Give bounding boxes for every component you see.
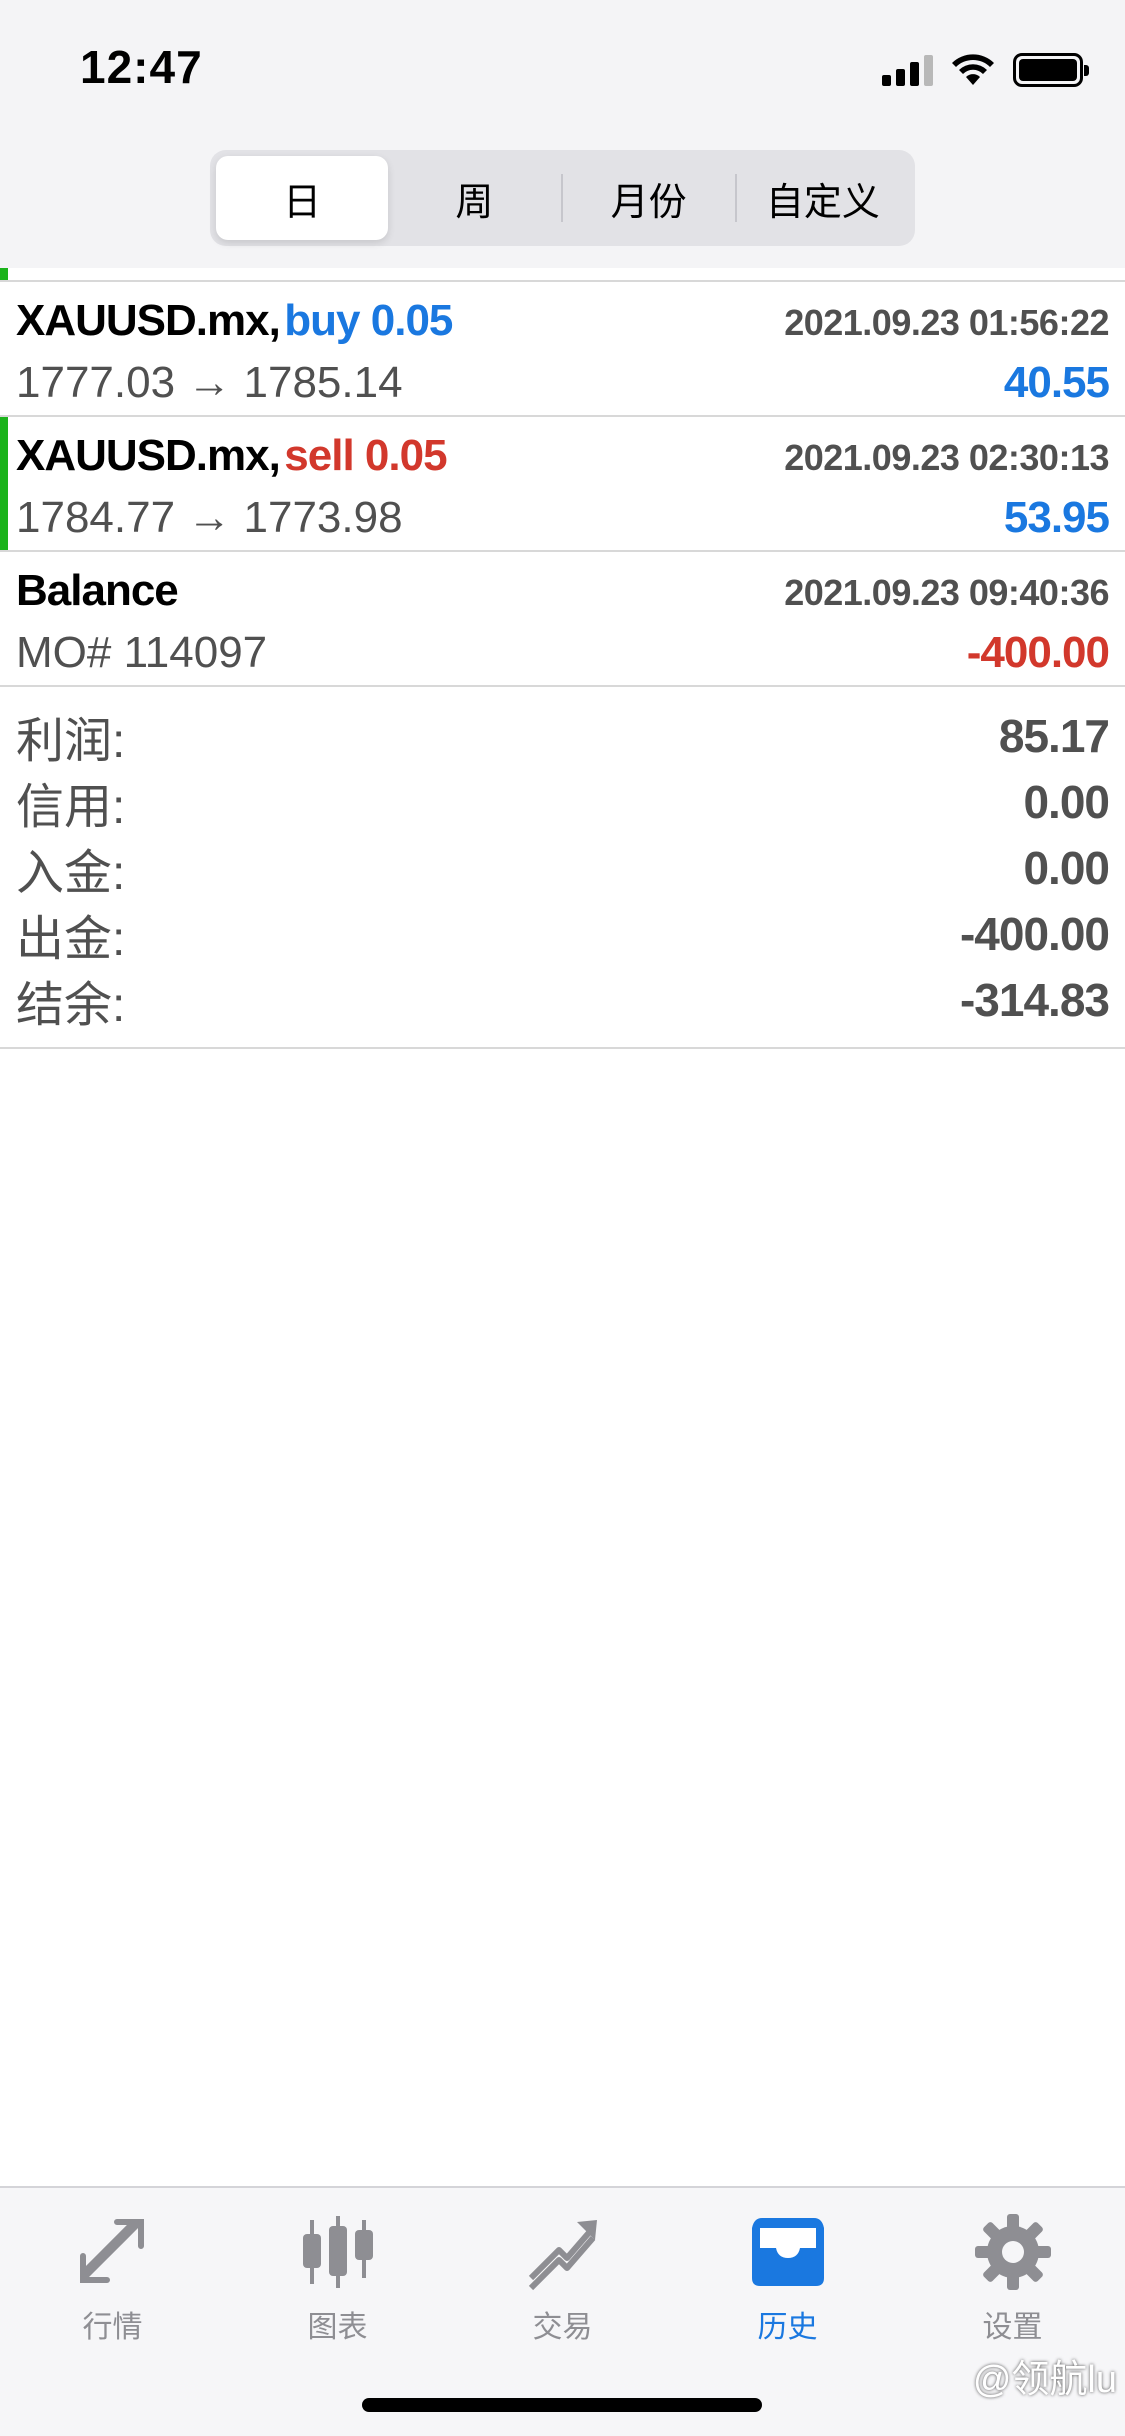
summary-label: 出金: <box>16 913 126 966</box>
trade-datetime: 2021.09.23 01:56:22 <box>784 302 1109 343</box>
trade-side: buy 0.05 <box>284 296 453 345</box>
tab-label: 行情 <box>82 2311 143 2344</box>
status-icons <box>882 50 1089 90</box>
summary-label: 利润: <box>16 715 126 768</box>
summary-value: 0.00 <box>1023 842 1110 894</box>
settings-icon <box>974 2214 1051 2290</box>
segment-day[interactable]: 日 <box>216 156 389 240</box>
cellular-signal-icon <box>882 54 933 86</box>
tab-label: 交易 <box>532 2311 593 2344</box>
trade-row[interactable]: XAUUSD.mx, buy 0.05 2021.09.23 01:56:22 … <box>0 280 1125 415</box>
trade-prices: 1777.03 → 1785.14 <box>16 358 403 407</box>
summary-value: 85.17 <box>998 710 1110 762</box>
home-indicator <box>362 2398 762 2412</box>
history-list: XAUUSD.mx, buy 0.05 2021.09.23 01:56:22 … <box>0 268 1125 1049</box>
tab-label: 历史 <box>757 2311 818 2344</box>
trade-profit: 40.55 <box>1003 358 1110 407</box>
tab-settings[interactable]: 设置 <box>900 2188 1125 2358</box>
tab-label: 图表 <box>307 2311 368 2344</box>
balance-row[interactable]: Balance 2021.09.23 09:40:36 MO# 114097 -… <box>0 550 1125 685</box>
row-accent-bar <box>0 268 8 280</box>
summary-label: 信用: <box>16 781 126 834</box>
summary-row-deposit: 入金: 0.00 <box>16 835 1110 901</box>
summary-row-profit: 利润: 85.17 <box>16 703 1110 769</box>
trade-datetime: 2021.09.23 02:30:13 <box>784 437 1109 478</box>
summary-value: -400.00 <box>959 908 1110 960</box>
segment-custom[interactable]: 自定义 <box>737 156 909 240</box>
summary-value: 0.00 <box>1023 776 1110 828</box>
trade-side: sell 0.05 <box>284 431 447 480</box>
watermark: @领航lu <box>972 2359 1117 2401</box>
tab-history[interactable]: 历史 <box>675 2188 900 2358</box>
header: 12:47 日 周 月份 自定义 <box>0 0 1125 268</box>
chart-icon <box>302 2216 373 2288</box>
history-icon <box>751 2218 824 2286</box>
trade-row[interactable]: XAUUSD.mx, sell 0.05 2021.09.23 02:30:13… <box>0 415 1125 550</box>
summary-value: -314.83 <box>959 974 1110 1026</box>
trade-symbol: XAUUSD.mx, <box>16 431 281 480</box>
summary-label: 入金: <box>16 847 126 900</box>
trade-symbol: Balance <box>16 566 179 615</box>
balance-order-id: MO# 114097 <box>16 628 268 677</box>
trade-symbol: XAUUSD.mx, <box>16 296 281 345</box>
summary-row-withdrawal: 出金: -400.00 <box>16 901 1110 967</box>
trade-prices: 1784.77 → 1773.98 <box>16 493 403 542</box>
status-time: 12:47 <box>80 41 203 93</box>
segment-week[interactable]: 周 <box>388 156 560 240</box>
tab-label: 设置 <box>982 2311 1043 2344</box>
period-segmented-control: 日 周 月份 自定义 <box>210 150 915 246</box>
tab-bar: 行情 图表 交易 历史 设置 @领航lu <box>0 2186 1125 2436</box>
summary-label: 结余: <box>16 979 126 1032</box>
tab-quotes[interactable]: 行情 <box>0 2188 225 2358</box>
summary-panel: 利润: 85.17 信用: 0.00 入金: 0.00 出金: -400.00 … <box>0 685 1125 1049</box>
trade-profit: -400.00 <box>966 628 1110 677</box>
wifi-icon <box>952 54 994 85</box>
summary-row-balance: 结余: -314.83 <box>16 967 1110 1033</box>
segment-month[interactable]: 月份 <box>563 156 735 240</box>
trade-profit: 53.95 <box>1003 493 1110 542</box>
summary-row-credit: 信用: 0.00 <box>16 769 1110 835</box>
tab-trade[interactable]: 交易 <box>450 2188 675 2358</box>
battery-icon <box>1013 53 1089 87</box>
trade-datetime: 2021.09.23 09:40:36 <box>784 572 1109 613</box>
quotes-icon <box>79 2219 144 2283</box>
trade-icon <box>528 2220 597 2291</box>
row-accent-bar <box>0 417 8 550</box>
tab-charts[interactable]: 图表 <box>225 2188 450 2358</box>
